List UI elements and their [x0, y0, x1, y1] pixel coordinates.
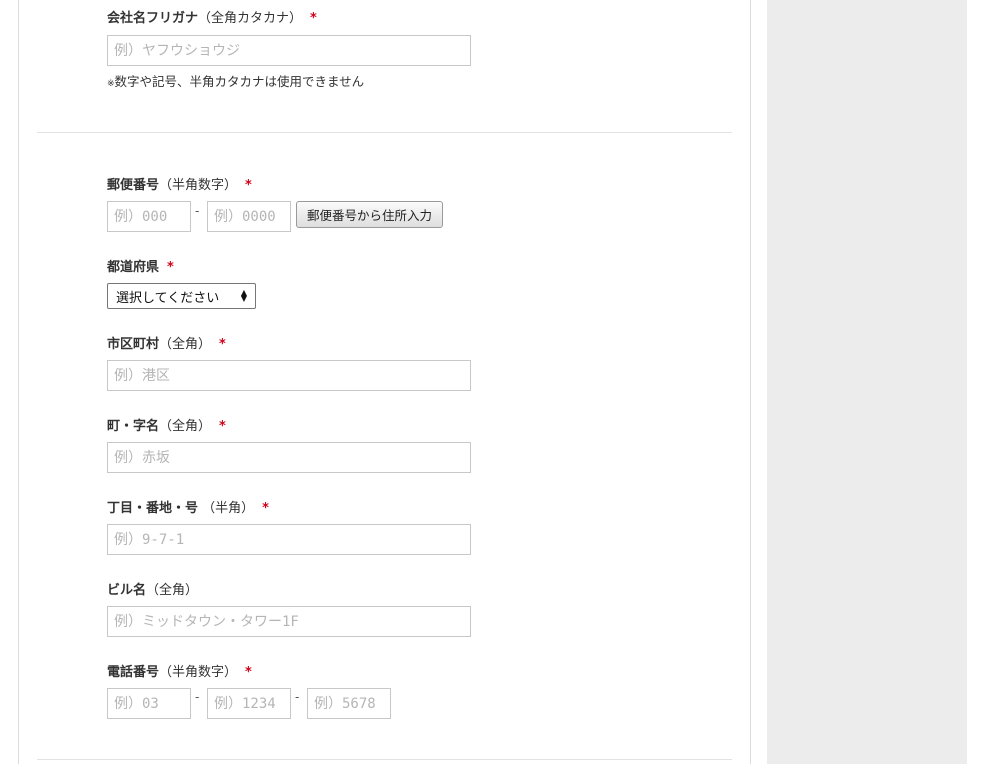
postal-code-first-input[interactable]	[107, 201, 191, 232]
section-divider	[37, 132, 732, 133]
required-mark: *	[310, 11, 317, 26]
sidebar-panel	[767, 0, 967, 764]
company-kana-input[interactable]	[107, 35, 471, 66]
block-label: 丁目・番地・号 （半角） *	[107, 501, 269, 516]
prefecture-select[interactable]: 選択してください ▲ ▼	[107, 283, 256, 309]
dash-separator: -	[195, 204, 200, 218]
section-divider	[37, 759, 732, 760]
town-label: 町・字名（全角） *	[107, 419, 226, 434]
building-label: ビル名（全角）	[107, 583, 199, 598]
phone-area-input[interactable]	[107, 688, 191, 719]
company-kana-help: ※数字や記号、半角カタカナは使用できません	[107, 74, 365, 89]
prefecture-label: 都道府県 *	[107, 260, 174, 275]
dash-separator: -	[195, 690, 200, 704]
prefecture-selected-value: 選択してください	[116, 290, 220, 306]
postal-lookup-button[interactable]: 郵便番号から住所入力	[296, 201, 444, 228]
required-mark: *	[167, 260, 174, 275]
phone-middle-input[interactable]	[207, 688, 291, 719]
block-input[interactable]	[107, 524, 471, 555]
required-mark: *	[219, 337, 226, 352]
town-input[interactable]	[107, 442, 471, 473]
select-arrows-icon: ▲ ▼	[240, 288, 247, 303]
building-input[interactable]	[107, 606, 471, 637]
company-kana-label: 会社名フリガナ（全角カタカナ） *	[107, 11, 317, 26]
phone-label: 電話番号（半角数字） *	[107, 665, 252, 680]
required-mark: *	[245, 178, 252, 193]
dash-separator: -	[295, 690, 300, 704]
postal-code-second-input[interactable]	[207, 201, 291, 232]
required-mark: *	[219, 419, 226, 434]
city-input[interactable]	[107, 360, 471, 391]
city-label: 市区町村（全角） *	[107, 337, 226, 352]
phone-last-input[interactable]	[307, 688, 391, 719]
postal-code-label: 郵便番号（半角数字） *	[107, 178, 252, 193]
required-mark: *	[245, 665, 252, 680]
required-mark: *	[262, 501, 269, 516]
